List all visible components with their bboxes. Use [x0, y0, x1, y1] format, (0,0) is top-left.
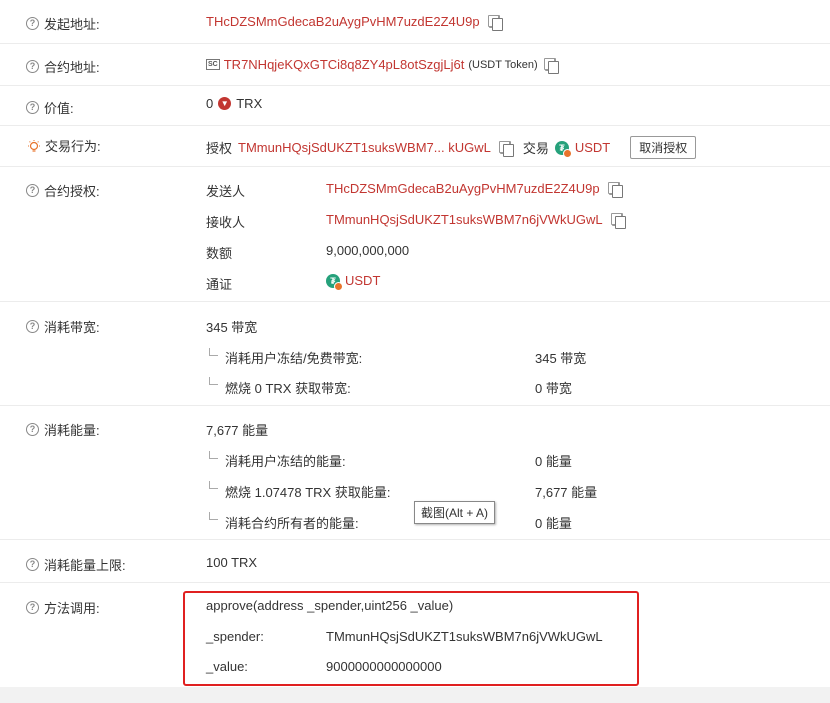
- contract-address-link[interactable]: TR7NHqjeKQxGTCi8q8ZY4pL8otSzgjLj6t: [224, 57, 465, 72]
- trade-label: 交易: [522, 141, 549, 156]
- bandwidth-item-value: 0 带宽: [535, 381, 572, 396]
- value-label: 价值:: [44, 101, 74, 116]
- copy-icon[interactable]: [543, 57, 559, 74]
- tree-connector: [209, 481, 218, 489]
- token-value: ₮ USDT: [326, 273, 380, 291]
- copy-icon[interactable]: [498, 140, 514, 157]
- amount-value: 9,000,000,000: [326, 243, 410, 258]
- from-label: 发起地址:: [44, 17, 100, 32]
- highlight-box: [183, 591, 639, 686]
- copy-icon[interactable]: [487, 14, 503, 31]
- row-fee-limit: ? 消耗能量上限: 100 TRX: [0, 539, 830, 583]
- energy-item-label: 消耗用户冻结的能量:: [225, 454, 346, 469]
- energy-item-label: 燃烧 1.07478 TRX 获取能量:: [225, 485, 391, 500]
- row-approval: ? 合约授权: 发送人 THcDZSMmGdecaB2uAygPvHM7uzdE…: [0, 166, 830, 302]
- contract-token-note: (USDT Token): [468, 58, 538, 71]
- bandwidth-item-value: 345 带宽: [535, 351, 587, 366]
- action-value: 授权 TMmunHQsjSdUKZT1suksWBM7... kUGwL 交易 …: [206, 136, 697, 159]
- bandwidth-item-label: 消耗用户冻结/免费带宽:: [225, 351, 363, 366]
- help-icon[interactable]: ?: [26, 558, 39, 571]
- value-value: 0 ▼ TRX: [206, 96, 262, 111]
- from-value: THcDZSMmGdecaB2uAygPvHM7uzdE2Z4U9p: [206, 14, 503, 31]
- smart-contract-icon: SC: [206, 59, 220, 70]
- action-label-group: 交易行为:: [26, 136, 101, 155]
- tree-connector: [209, 512, 218, 520]
- usdt-icon: ₮: [326, 273, 343, 291]
- approval-label-group: ? 合约授权:: [26, 181, 100, 200]
- footer-bar: [0, 687, 830, 703]
- from-address-link[interactable]: THcDZSMmGdecaB2uAygPvHM7uzdE2Z4U9p: [206, 14, 480, 29]
- from-label-group: ? 发起地址:: [26, 14, 100, 33]
- help-icon[interactable]: ?: [26, 17, 39, 30]
- energy-item-value: 0 能量: [535, 454, 572, 469]
- contract-label-group: ? 合约地址:: [26, 57, 100, 76]
- row-from: ? 发起地址: THcDZSMmGdecaB2uAygPvHM7uzdE2Z4U…: [0, 0, 830, 44]
- sender-label: 发送人: [206, 184, 246, 199]
- value-amount: 0: [206, 96, 214, 111]
- method-label: 方法调用:: [44, 601, 100, 616]
- energy-item-value: 7,677 能量: [535, 485, 598, 500]
- tree-connector: [209, 377, 218, 385]
- receiver-label: 接收人: [206, 215, 246, 230]
- help-icon[interactable]: ?: [26, 601, 39, 614]
- value-label-group: ? 价值:: [26, 98, 74, 117]
- row-bandwidth: ? 消耗带宽: 345 带宽 消耗用户冻结/免费带宽: 345 带宽 燃烧 0 …: [0, 301, 830, 406]
- tree-connector: [209, 348, 218, 356]
- row-value: ? 价值: 0 ▼ TRX: [0, 85, 830, 126]
- bandwidth-total: 345 带宽: [206, 320, 258, 335]
- method-label-group: ? 方法调用:: [26, 598, 100, 617]
- row-action: 交易行为: 授权 TMmunHQsjSdUKZT1suksWBM7... kUG…: [0, 125, 830, 167]
- fee-limit-label: 消耗能量上限:: [44, 558, 126, 573]
- action-label: 交易行为:: [45, 139, 101, 154]
- copy-icon[interactable]: [610, 212, 626, 229]
- spender-address-link[interactable]: TMmunHQsjSdUKZT1suksWBM7... kUGwL: [238, 140, 491, 155]
- row-contract: ? 合约地址: SC TR7NHqjeKQxGTCi8q8ZY4pL8otSzg…: [0, 43, 830, 86]
- token-label: 通证: [206, 277, 233, 292]
- bandwidth-label: 消耗带宽:: [44, 320, 100, 335]
- help-icon[interactable]: ?: [26, 423, 39, 436]
- sender-value: THcDZSMmGdecaB2uAygPvHM7uzdE2Z4U9p: [326, 181, 623, 198]
- bandwidth-item-label: 燃烧 0 TRX 获取带宽:: [225, 381, 351, 396]
- usdt-link[interactable]: USDT: [345, 273, 380, 288]
- help-icon[interactable]: ?: [26, 101, 39, 114]
- trx-icon: ▼: [218, 97, 232, 110]
- fee-limit-label-group: ? 消耗能量上限:: [26, 555, 126, 574]
- revoke-approval-button[interactable]: 取消授权: [630, 136, 697, 159]
- energy-label: 消耗能量:: [44, 423, 100, 438]
- energy-item-value: 0 能量: [535, 516, 572, 531]
- usdt-icon: ₮: [554, 140, 572, 158]
- energy-total: 7,677 能量: [206, 423, 269, 438]
- contract-label: 合约地址:: [44, 60, 100, 75]
- tree-connector: [209, 451, 218, 459]
- receiver-address-link[interactable]: TMmunHQsjSdUKZT1suksWBM7n6jVWkUGwL: [326, 212, 603, 227]
- usdt-link[interactable]: USDT: [575, 140, 610, 155]
- sender-address-link[interactable]: THcDZSMmGdecaB2uAygPvHM7uzdE2Z4U9p: [326, 181, 600, 196]
- amount-label: 数额: [206, 246, 233, 261]
- fee-limit-value: 100 TRX: [206, 555, 258, 570]
- receiver-value: TMmunHQsjSdUKZT1suksWBM7n6jVWkUGwL: [326, 212, 626, 229]
- auth-label: 授权: [206, 141, 233, 156]
- energy-item-label: 消耗合约所有者的能量:: [225, 516, 359, 531]
- energy-label-group: ? 消耗能量:: [26, 420, 100, 439]
- screenshot-tooltip: 截图(Alt + A): [414, 501, 496, 524]
- help-icon[interactable]: ?: [26, 320, 39, 333]
- contract-value: SC TR7NHqjeKQxGTCi8q8ZY4pL8otSzgjLj6t (U…: [206, 57, 559, 74]
- lightbulb-icon: [26, 139, 40, 153]
- bandwidth-label-group: ? 消耗带宽:: [26, 317, 100, 336]
- approval-label: 合约授权:: [44, 184, 100, 199]
- help-icon[interactable]: ?: [26, 60, 39, 73]
- help-icon[interactable]: ?: [26, 184, 39, 197]
- value-token: TRX: [236, 96, 263, 111]
- copy-icon[interactable]: [607, 181, 623, 198]
